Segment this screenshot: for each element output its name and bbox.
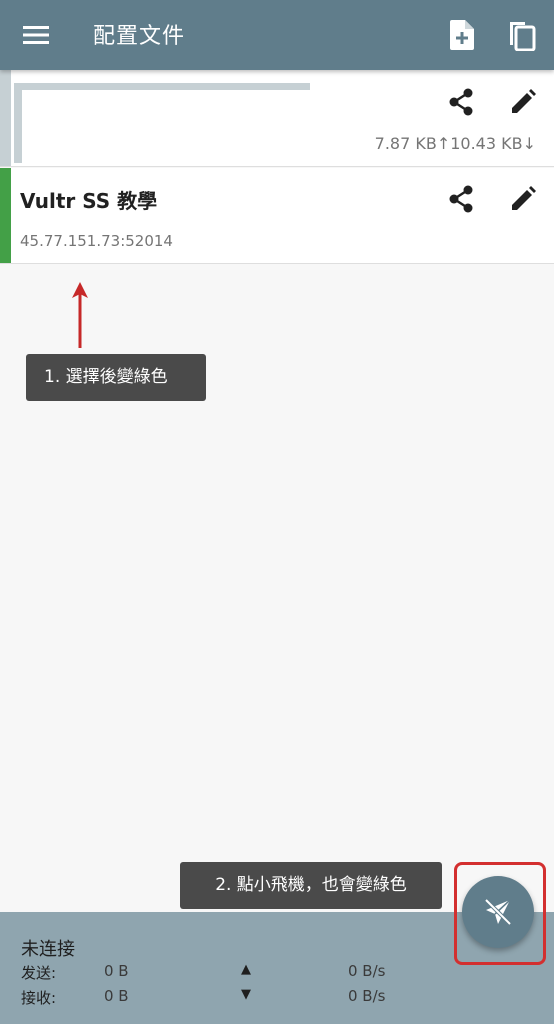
profile-name-placeholder-bar (14, 83, 22, 163)
menu-icon[interactable] (14, 13, 58, 57)
send-stats-row: 发送: 0 B ▲ 0 B/s (0, 962, 554, 986)
paper-plane-off-icon (484, 898, 512, 926)
connect-fab-button[interactable] (462, 876, 534, 948)
download-arrow-icon: ▼ (241, 987, 251, 1002)
profile-name: Vultr SS 教學 (20, 189, 158, 213)
upload-arrow-icon: ▲ (241, 962, 251, 977)
receive-label: 接收: (21, 989, 57, 1007)
profile-indicator (0, 70, 11, 166)
profile-card-selected[interactable]: Vultr SS 教學 45.77.151.73:52014 (0, 168, 554, 264)
receive-speed: 0 B/s (348, 987, 386, 1005)
profile-selected-indicator (0, 168, 11, 263)
connection-state: 未连接 (21, 939, 75, 960)
edit-icon[interactable] (505, 84, 541, 120)
send-bytes: 0 B (104, 962, 129, 980)
profile-address: 45.77.151.73:52014 (20, 232, 173, 250)
add-file-icon[interactable] (440, 13, 484, 57)
annotation-step1: 1. 選擇後變綠色 (26, 354, 206, 401)
receive-bytes: 0 B (104, 987, 129, 1005)
share-icon[interactable] (443, 181, 479, 217)
annotation-step2: 2. 點小飛機，也會變綠色 (180, 862, 442, 909)
share-icon[interactable] (443, 84, 479, 120)
annotation-arrow-icon (66, 282, 94, 354)
copy-icon[interactable] (500, 13, 544, 57)
edit-icon[interactable] (505, 181, 541, 217)
profile-name-placeholder (14, 83, 310, 90)
receive-stats-row: 接收: 0 B ▼ 0 B/s (0, 987, 554, 1011)
app-bar: 配置文件 (0, 0, 554, 70)
send-label: 发送: (21, 964, 57, 982)
send-speed: 0 B/s (348, 962, 386, 980)
traffic-stats: 7.87 KB↑10.43 KB↓ (374, 134, 536, 153)
page-title: 配置文件 (93, 24, 186, 49)
profile-card-unselected[interactable]: 7.87 KB↑10.43 KB↓ (0, 70, 554, 167)
